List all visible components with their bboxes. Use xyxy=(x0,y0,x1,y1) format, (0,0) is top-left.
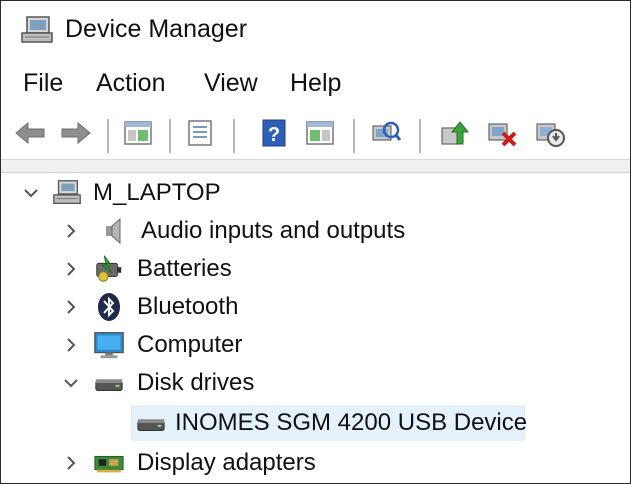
tree-item-display-adapters[interactable]: Display adapters xyxy=(61,445,316,481)
back-button[interactable] xyxy=(11,117,49,153)
menu-file[interactable]: File xyxy=(23,69,63,98)
menu-view[interactable]: View xyxy=(204,69,258,98)
menu-bar: File Action View Help xyxy=(1,63,630,103)
properties-icon xyxy=(185,119,215,152)
forward-button[interactable] xyxy=(57,117,95,153)
tree-item-label: Disk drives xyxy=(137,369,255,396)
tree-item-disk-drives[interactable]: Disk drives xyxy=(61,365,254,401)
device-manager-icon xyxy=(19,13,55,47)
uninstall-device-icon xyxy=(486,118,518,153)
chevron-right-icon[interactable] xyxy=(61,453,81,473)
help-icon: ? xyxy=(260,118,288,153)
toolbar-separator xyxy=(419,119,421,153)
toolbar-separator xyxy=(107,119,109,153)
tree-root-label: M_LAPTOP xyxy=(93,179,221,206)
bluetooth-icon xyxy=(93,291,125,323)
toolbar-separator xyxy=(353,119,355,153)
scan-hardware-button[interactable] xyxy=(367,117,405,153)
chevron-right-icon[interactable] xyxy=(61,335,81,355)
help-button[interactable]: ? xyxy=(255,117,293,153)
chevron-right-icon[interactable] xyxy=(61,297,81,317)
toolbar-separator xyxy=(233,119,235,153)
device-manager-window: Device Manager File Action View Help ? M… xyxy=(0,0,631,484)
window-title: Device Manager xyxy=(65,15,248,43)
tree-item-label: Bluetooth xyxy=(137,293,239,320)
tree-item-label: Computer xyxy=(137,331,243,358)
show-action-pane-button[interactable] xyxy=(301,117,339,153)
menu-action[interactable]: Action xyxy=(96,69,165,98)
tree-item-label: Display adapters xyxy=(137,449,316,476)
chevron-down-icon[interactable] xyxy=(61,373,81,393)
action-pane-icon xyxy=(305,119,335,152)
chevron-right-icon[interactable] xyxy=(61,259,81,279)
computer-root-icon xyxy=(51,177,83,209)
update-driver-icon xyxy=(438,118,470,153)
tree-item-label: Audio inputs and outputs xyxy=(141,217,406,244)
disk-drive-icon xyxy=(93,367,125,399)
enable-device-icon xyxy=(534,118,566,153)
svg-text:?: ? xyxy=(268,124,280,146)
arrow-right-icon xyxy=(60,121,92,150)
device-tree: M_LAPTOP Audio inputs and outputs Batter… xyxy=(1,173,630,483)
toolbar-separator xyxy=(169,119,171,153)
toolbar-divider xyxy=(1,159,630,173)
chevron-right-icon[interactable] xyxy=(61,221,81,241)
tree-item-bluetooth[interactable]: Bluetooth xyxy=(61,289,238,325)
chevron-down-icon[interactable] xyxy=(21,183,41,203)
update-driver-button[interactable] xyxy=(435,117,473,153)
toolbar: ? xyxy=(1,109,630,161)
tree-item-label: Batteries xyxy=(137,255,232,282)
uninstall-device-button[interactable] xyxy=(483,117,521,153)
console-tree-icon xyxy=(123,119,153,152)
tree-child-inomes-device[interactable]: INOMES SGM 4200 USB Device xyxy=(131,405,528,441)
scan-hardware-icon xyxy=(370,118,402,153)
battery-icon xyxy=(93,253,125,285)
tree-root-node[interactable]: M_LAPTOP xyxy=(21,175,221,211)
monitor-icon xyxy=(93,329,125,361)
tree-item-computer[interactable]: Computer xyxy=(61,327,242,363)
tree-item-batteries[interactable]: Batteries xyxy=(61,251,232,287)
display-adapter-icon xyxy=(93,447,125,479)
arrow-left-icon xyxy=(14,121,46,150)
speaker-icon xyxy=(97,215,129,247)
tree-item-audio[interactable]: Audio inputs and outputs xyxy=(61,213,405,249)
disk-drive-icon xyxy=(135,407,167,439)
properties-button[interactable] xyxy=(181,117,219,153)
title-bar: Device Manager xyxy=(1,1,630,59)
tree-child-label: INOMES SGM 4200 USB Device xyxy=(175,409,528,436)
show-hide-console-tree-button[interactable] xyxy=(119,117,157,153)
menu-help[interactable]: Help xyxy=(290,69,341,98)
enable-device-button[interactable] xyxy=(531,117,569,153)
